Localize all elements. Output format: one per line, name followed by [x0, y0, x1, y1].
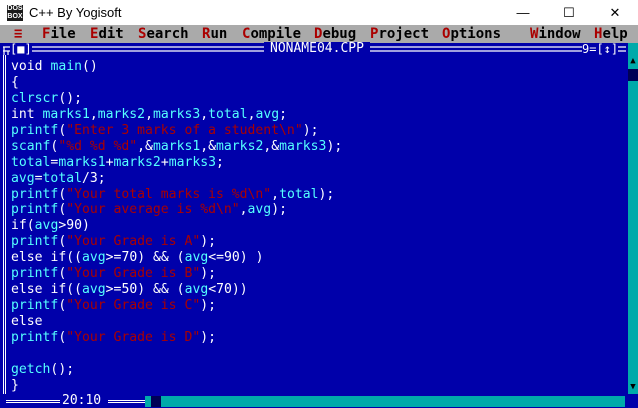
- maximize-button[interactable]: ☐: [546, 0, 592, 26]
- code-line[interactable]: else if((avg>=50) && (avg<70)): [11, 282, 342, 298]
- code-line[interactable]: printf("Your Grade is B");: [11, 266, 342, 282]
- dosbox-app-icon: DOS BOX: [7, 5, 23, 21]
- code-line[interactable]: total=marks1+marks2+marks3;: [11, 155, 342, 171]
- code-line[interactable]: [11, 346, 342, 362]
- menu-help[interactable]: Help: [594, 25, 628, 43]
- code-line[interactable]: else if((avg>=70) && (avg<=90) ): [11, 250, 342, 266]
- window-title: C++ By Yogisoft: [29, 5, 122, 20]
- cursor-position: 20:10: [62, 393, 102, 408]
- scroll-down-arrow-icon[interactable]: ▼: [628, 381, 638, 393]
- menu-file[interactable]: File: [42, 25, 76, 43]
- minimize-button[interactable]: —: [500, 0, 546, 26]
- editor-filename: NONAME04.CPP: [264, 42, 370, 56]
- menu-label: ptions: [450, 26, 502, 42]
- menu-label: ebug: [322, 26, 357, 42]
- editor-close-box[interactable]: [■]: [10, 43, 32, 55]
- menu-label: elp: [602, 26, 628, 42]
- menu-label: ompile: [250, 26, 302, 42]
- menu-label: ile: [50, 26, 76, 42]
- scroll-up-arrow-icon[interactable]: ▲: [628, 55, 638, 67]
- frame-bottom-mid: [108, 400, 145, 406]
- code-line[interactable]: else: [11, 314, 342, 330]
- code-line[interactable]: }: [11, 378, 342, 394]
- horizontal-scrollbar[interactable]: [145, 396, 625, 407]
- code-line[interactable]: printf("Enter 3 marks of a student\n");: [11, 123, 342, 139]
- code-line[interactable]: void main(): [11, 59, 342, 75]
- code-line[interactable]: getch();: [11, 362, 342, 378]
- scroll-thumb[interactable]: [628, 69, 638, 81]
- code-editor[interactable]: void main(){clrscr(); int marks1,marks2,m…: [11, 59, 342, 394]
- menu-label: un: [210, 26, 228, 42]
- code-line[interactable]: clrscr();: [11, 91, 342, 107]
- title-bar: DOS BOX C++ By Yogisoft — ☐ ✕: [0, 0, 638, 26]
- code-line[interactable]: scanf("%d %d %d",&marks1,&marks2,&marks3…: [11, 139, 342, 155]
- menu-project[interactable]: Project: [370, 25, 429, 43]
- code-line[interactable]: printf("Your Grade is D");: [11, 330, 342, 346]
- code-line[interactable]: printf("Your Grade is A");: [11, 234, 342, 250]
- code-line[interactable]: printf("Your average is %d\n",avg);: [11, 202, 342, 218]
- system-menu-icon[interactable]: ≡: [14, 25, 22, 43]
- menu-search[interactable]: Search: [138, 25, 189, 43]
- menu-window[interactable]: Window: [530, 25, 581, 43]
- menu-edit[interactable]: Edit: [90, 25, 124, 43]
- hscroll-thumb[interactable]: [151, 396, 161, 407]
- window-number[interactable]: 9=[↕]: [582, 42, 619, 56]
- menu-run[interactable]: Run: [202, 25, 227, 43]
- vertical-scrollbar[interactable]: ▲ ▼: [628, 43, 638, 394]
- code-line[interactable]: int marks1,marks2,marks3,total,avg;: [11, 107, 342, 123]
- menu-label: dit: [98, 26, 124, 42]
- code-line[interactable]: if(avg>90): [11, 218, 342, 234]
- close-box-text: [■]: [10, 42, 32, 56]
- zoom-box[interactable]: [↕]: [596, 42, 618, 56]
- frame-bottom-left: [6, 400, 60, 406]
- code-line[interactable]: avg=total/3;: [11, 171, 342, 187]
- code-line[interactable]: {: [11, 75, 342, 91]
- code-line[interactable]: printf("Your Grade is C");: [11, 298, 342, 314]
- window-number-text: 9: [582, 42, 590, 56]
- menu-label: roject: [378, 26, 430, 42]
- editor-frame-left: [3, 55, 9, 394]
- menu-options[interactable]: Options: [442, 25, 501, 43]
- menu-label: earch: [146, 26, 189, 42]
- menu-label: indow: [538, 26, 581, 42]
- code-line[interactable]: printf("Your total marks is %d\n",total)…: [11, 187, 342, 203]
- close-button[interactable]: ✕: [592, 0, 638, 26]
